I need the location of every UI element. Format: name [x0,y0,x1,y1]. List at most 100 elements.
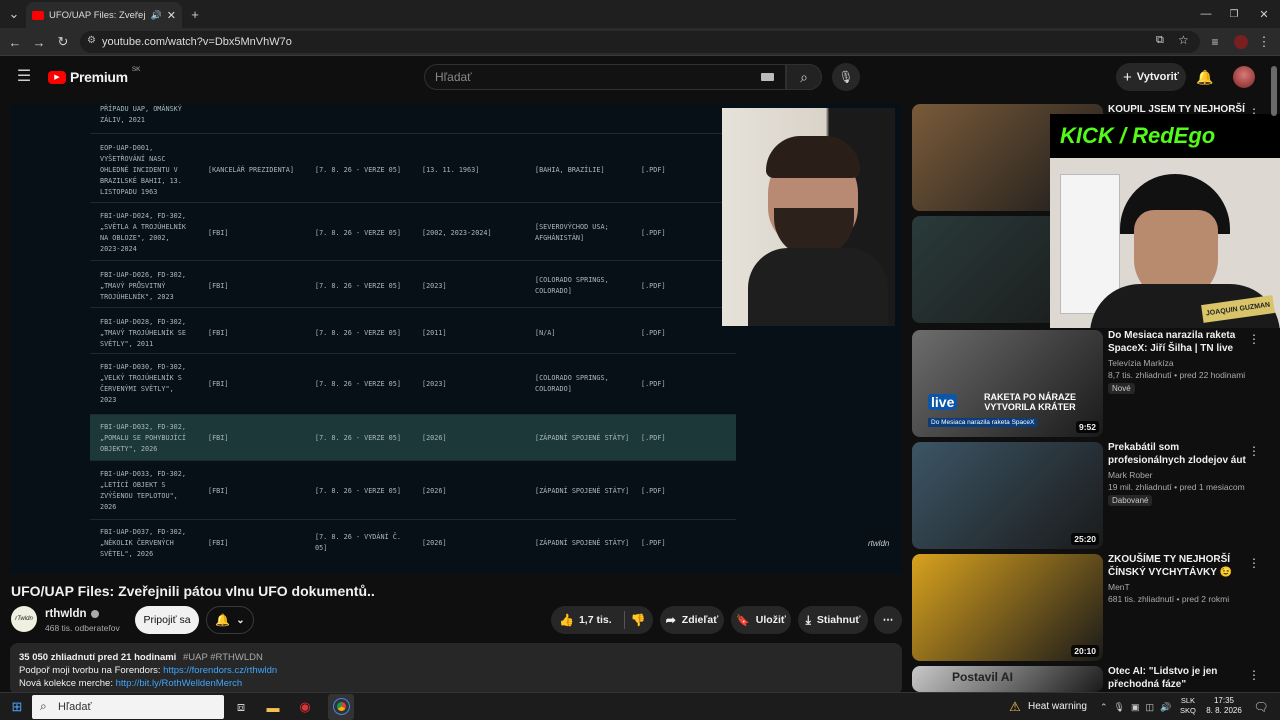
youtube-logo[interactable]: ▶ Premium SK [48,66,140,85]
more-options-icon[interactable]: ⋮ [1248,668,1260,682]
doc-cell-period: [2002, 2023-2024] [422,228,492,237]
media-control-icon[interactable]: ≡ [1206,32,1224,52]
search-icon: ⌕ [800,68,808,85]
subscriber-count: 468 tis. odberateľov [45,623,120,633]
video-badge: Nové [1108,383,1135,394]
video-thumbnail[interactable]: 25:20 [912,442,1103,549]
more-options-icon[interactable]: ⋮ [1248,332,1260,346]
browser-tab[interactable]: UFO/UAP Files: Zveřejnili p 🔊 ✕ [26,2,182,28]
download-icon: ⤓ [805,612,811,627]
merch-link[interactable]: http://bit.ly/RothWelldenMerch [116,678,243,689]
network-tray-icon[interactable]: ◫ [1146,702,1155,713]
restore-button[interactable]: ❐ [1222,4,1246,24]
video-title-link[interactable]: Prekabátil som profesionálnych zlodejov … [1108,442,1246,467]
subscribe-bell-button[interactable]: 🔔 ⌄ [206,606,254,634]
channel-name[interactable]: Televízia Markíza [1108,357,1174,369]
address-toolbar: ← → ↻ ⚙ youtube.com/watch?v=Dbx5MnVhW7o … [0,28,1280,56]
doc-cell-date: [7. 8. 26 - VERZE 05] [315,379,401,388]
download-button[interactable]: ⤓ Stiahnuť [798,606,868,634]
dislike-button[interactable]: 👎 [631,613,646,627]
share-button[interactable]: ➦ Zdieľať [660,606,724,634]
close-tab-icon[interactable]: ✕ [167,9,176,22]
tab-list-button[interactable]: ⌄ [4,4,24,24]
views-date: 35 050 zhliadnutí pred 21 hodinami [19,652,177,663]
video-title-link[interactable]: Otec AI: "Lidstvo je jen přechodná fáze" [1108,666,1246,691]
join-label: Pripojiť sa [143,614,191,626]
minimize-button[interactable]: — [1194,4,1218,24]
video-title-link[interactable]: ZKOUŠÍME TY NEJHORŠÍ ČÍNSKÝ VYCHYTÁVKY 😉 [1108,554,1246,579]
install-app-icon[interactable]: ⧉ [1156,34,1164,47]
more-options-icon[interactable]: ⋮ [1248,556,1260,570]
doc-cell-agency: [FBI] [208,281,229,290]
video-thumbnail[interactable]: Postavil AI [912,666,1103,692]
mic-tray-icon[interactable]: 🎙 [1114,702,1125,713]
profile-avatar[interactable] [1234,35,1248,49]
forward-icon[interactable]: → [30,32,48,52]
search-input[interactable]: Hľadať [424,64,786,90]
volume-tray-icon[interactable]: 🔊 [1160,702,1171,713]
notifications-bell-icon[interactable]: 🔔 [1194,66,1216,88]
video-title-link[interactable]: Do Mesiaca narazila raketa SpaceX: Jiří … [1108,330,1246,355]
thumbs-down-icon: 👎 [630,613,646,627]
page-scrollbar[interactable] [1271,66,1277,116]
highlighted-row [90,415,736,461]
account-avatar[interactable] [1233,66,1255,88]
doc-cell-id: FBI-UAP-D033, FD-302, „LETÍCÍ OBJEKT S Z… [100,470,186,511]
taskbar-search[interactable]: ⌕ Hľadať [32,695,224,719]
doc-cell-format: [.PDF] [641,538,666,547]
row-divider [90,133,736,134]
channel-name-row[interactable]: rthwldn [45,608,99,620]
doc-cell-agency: [FBI] [208,328,229,337]
video-player[interactable]: PŘÍPADU UAP, OMÁNSKÝ ZÁLIV, 2021 EOP-UAP-… [10,103,902,573]
hamburger-menu-icon[interactable]: ☰ [14,66,34,86]
weather-text[interactable]: Heat warning [1028,701,1087,712]
doc-cell-period: [13. 11. 1963] [422,165,480,174]
doc-cell-date: [7. 8. 26 - VERZE 05] [315,228,401,237]
tray-chevron-icon[interactable]: ⌃ [1100,702,1108,713]
chrome-taskbar-button[interactable] [328,694,354,720]
clock[interactable]: 17:35 8. 8. 2026 [1204,696,1244,716]
task-view-icon[interactable]: ⧈ [232,698,250,716]
description-box[interactable]: 35 050 zhliadnutí pred 21 hodinami #UAP … [10,643,902,695]
channel-name[interactable]: MenT [1108,581,1130,593]
channel-name[interactable]: Mark Rober [1108,469,1152,481]
file-explorer-icon[interactable]: ▬ [264,698,282,716]
video-thumbnail[interactable]: 20:10 [912,554,1103,661]
obs-app-icon[interactable]: ◉ [296,698,314,716]
back-icon[interactable]: ← [6,32,24,52]
windows-start-icon[interactable]: ⊞ [8,698,26,716]
doc-cell-period: [2026] [422,538,447,547]
save-button[interactable]: 🔖 Uložiť [731,606,791,634]
more-options-icon[interactable]: ⋮ [1248,444,1260,458]
reload-icon[interactable]: ↻ [54,32,72,52]
duration-badge: 25:20 [1071,533,1099,545]
youtube-play-icon: ▶ [48,70,66,84]
url-text: youtube.com/watch?v=Dbx5MnVhW7o [102,36,292,48]
speaker-icon[interactable]: 🔊 [151,10,162,21]
channel-avatar[interactable]: rTwldn [11,606,37,632]
duration-badge: 9:52 [1075,421,1099,433]
doc-cell-format: [.PDF] [641,433,666,442]
forendors-link[interactable]: https://forendors.cz/rthwldn [163,665,277,676]
browser-menu-icon[interactable]: ⋮ [1256,32,1272,52]
address-bar[interactable]: ⚙ youtube.com/watch?v=Dbx5MnVhW7o ⧉ ☆ [80,31,1200,53]
hashtags[interactable]: #UAP #RTHWLDN [183,652,263,663]
new-tab-button[interactable]: + [186,4,204,24]
keyboard-icon[interactable] [761,73,774,81]
share-icon: ➦ [665,613,676,627]
voice-search-button[interactable]: 🎙 [832,63,860,91]
join-button[interactable]: Pripojiť sa [135,606,199,634]
site-info-icon[interactable]: ⚙ [87,35,96,46]
video-thumbnail[interactable]: RAKETA PO NÁRAZE VYTVORILA KRÁTER live Do … [912,330,1103,437]
more-actions-button[interactable]: ⋯ [874,606,902,634]
thumbnail-caption: RAKETA PO NÁRAZE VYTVORILA KRÁTER [984,392,1076,412]
doc-cell-place: [SEVEROVÝCHOD USA; AFGHÁNISTÁN] [535,223,609,242]
close-window-button[interactable]: ✕ [1252,4,1276,24]
create-button[interactable]: + Vytvoriť [1116,63,1186,91]
like-button[interactable]: 👍 1,7 tis. [559,613,612,627]
search-button[interactable]: ⌕ [786,64,822,90]
language-indicator[interactable]: SLK SKQ [1180,696,1196,716]
bookmark-star-icon[interactable]: ☆ [1178,33,1189,47]
notification-center-icon[interactable]: 🗨 [1252,698,1270,716]
display-tray-icon[interactable]: ▣ [1131,702,1140,713]
